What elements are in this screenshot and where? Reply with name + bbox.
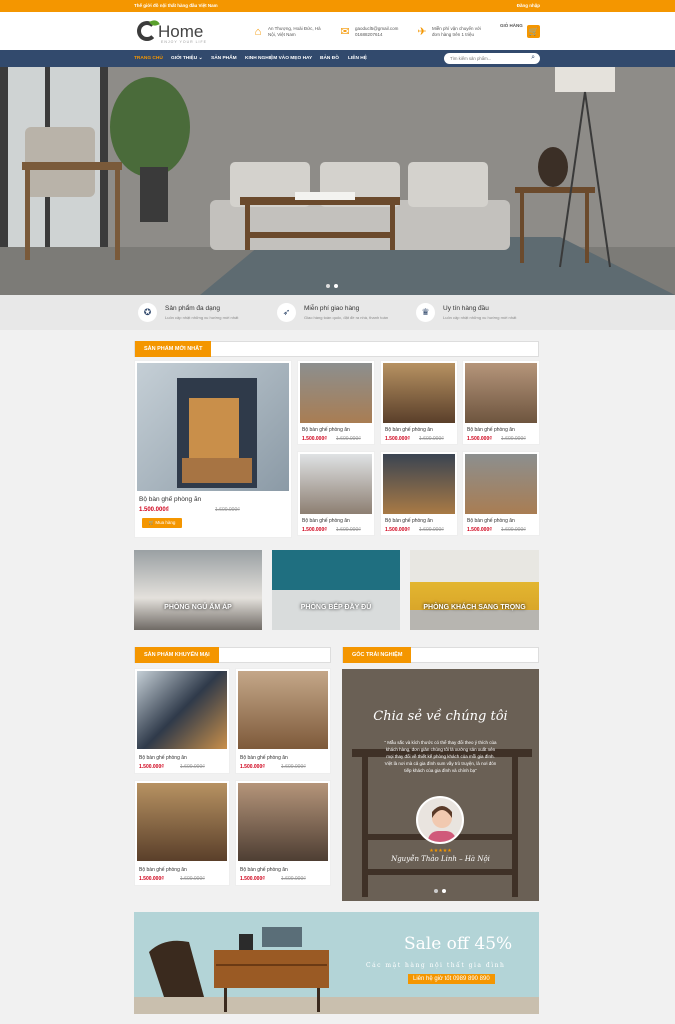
features-bar: ✪ Sản phẩm đa dạng Luôn cập nhật những xu… — [0, 295, 675, 330]
product-name[interactable]: Bộ bàn ghế phòng ăn — [302, 518, 350, 524]
rating-stars: ★★★★★ — [429, 848, 452, 854]
product-old-price: 1.600.000₫ — [281, 876, 306, 882]
slider-dot[interactable] — [334, 284, 338, 288]
product-name[interactable]: Bộ bàn ghế phòng ăn — [467, 518, 515, 524]
search-icon[interactable]: ⌕ — [531, 54, 535, 62]
product-card[interactable]: Bộ bàn ghế phòng ăn 1.500.000₫ 1.600.000… — [134, 668, 230, 774]
product-card[interactable]: Bộ bàn ghế phòng ăn 1.500.000₫ 1.600.000… — [297, 360, 375, 445]
product-card-large[interactable]: Bộ bàn ghế phòng ăn 1.500.000₫ 1.600.000… — [134, 360, 292, 538]
product-card[interactable]: Bộ bàn ghế phòng ăn 1.500.000₫ 1.600.000… — [235, 780, 331, 886]
product-card[interactable]: Bộ bàn ghế phòng ăn 1.500.000₫ 1.600.000… — [235, 668, 331, 774]
category-kitchen[interactable]: PHÒNG BẾP ĐẦY ĐỦ — [272, 550, 400, 630]
trophy-icon: ♛ — [416, 303, 435, 322]
product-old-price: 1.600.000₫ — [501, 527, 526, 533]
product-price: 1.500.000₫ — [385, 436, 410, 442]
nav-products[interactable]: SẢN PHẨM — [211, 56, 237, 61]
buy-button[interactable]: 🛒 Mua hàng — [142, 518, 182, 528]
product-price: 1.500.000₫ — [139, 876, 164, 882]
section-promo-title: SẢN PHẨM KHUYẾN MẠI — [134, 647, 331, 663]
testimonial-title: Chia sẻ về chúng tôi — [373, 709, 508, 724]
topbar-slogan: Thế giới đồ nội thất hàng đầu Việt Nam — [134, 3, 218, 8]
product-name[interactable]: Bộ bàn ghế phòng ăn — [385, 518, 433, 524]
feature-item: ➶ Miễn phí giao hàng Giao hàng toàn quốc,… — [277, 303, 388, 322]
product-old-price: 1.600.000₫ — [281, 764, 306, 770]
rocket-icon: ➶ — [277, 303, 296, 322]
product-name[interactable]: Bộ bàn ghế phòng ăn — [240, 867, 288, 873]
product-price: 1.500.000₫ — [467, 527, 492, 533]
testimonial-author: Nguyễn Thảo Linh – Hà Nội — [391, 855, 490, 863]
product-old-price: 1.600.000₫ — [336, 527, 361, 533]
feature-item: ✪ Sản phẩm đa dạng Luôn cập nhật những xu… — [138, 303, 238, 322]
product-name[interactable]: Bộ bàn ghế phòng ăn — [139, 867, 187, 873]
product-card[interactable]: Bộ bàn ghế phòng ăn 1.500.000₫ 1.600.000… — [462, 451, 540, 536]
contact-info: ✉ gaoducl5@gmail.com 01688207614 — [340, 26, 399, 38]
testimonial-quote: " Mẫu sắc và kích thước có thể thay đổi … — [384, 740, 497, 773]
product-name[interactable]: Bộ bàn ghế phòng ăn — [385, 427, 433, 433]
mail-icon: ✉ — [340, 26, 350, 38]
product-card[interactable]: Bộ bàn ghế phòng ăn 1.500.000₫ 1.600.000… — [380, 451, 458, 536]
testimonial-dots[interactable] — [434, 889, 446, 893]
sale-cta-button[interactable]: Liên hệ giờ tốt 0989 890 890 — [408, 974, 495, 984]
product-old-price: 1.600.000₫ — [336, 436, 361, 442]
home-icon: ⌂ — [254, 26, 262, 38]
category-bedroom[interactable]: PHÒNG NGỦ ẤM ÁP — [134, 550, 262, 630]
login-link[interactable]: Đăng nhập — [517, 3, 540, 8]
hero-slider[interactable] — [0, 67, 675, 295]
product-price: 1.500.000₫ — [240, 876, 265, 882]
product-price: 1.500.000₫ — [139, 507, 169, 513]
product-price: 1.500.000₫ — [302, 527, 327, 533]
nav-map[interactable]: BẢN ĐỒ — [320, 56, 339, 61]
product-price: 1.500.000₫ — [139, 764, 164, 770]
header: Home ENJOY YOUR LIFE ⌂ An Thượng, Hoài Đ… — [0, 12, 675, 50]
sale-banner[interactable]: Sale off 45% Các mặt hàng nội thất gia đ… — [134, 912, 539, 1014]
product-old-price: 1.600.000₫ — [501, 436, 526, 442]
product-name[interactable]: Bộ bàn ghế phòng ăn — [302, 427, 350, 433]
plane-icon: ✈ — [417, 26, 427, 38]
nav-contact[interactable]: LIÊN HỆ — [348, 56, 367, 61]
product-price: 1.500.000₫ — [385, 527, 410, 533]
product-name[interactable]: Bộ bàn ghế phòng ăn — [240, 755, 288, 761]
main-nav: TRANG CHỦ GIỚI THIỆU ⌄ SẢN PHẨM KINH NGH… — [0, 50, 675, 67]
address-info: ⌂ An Thượng, Hoài Đức, Hà Nội, Việt Nam — [252, 26, 321, 38]
product-price: 1.500.000₫ — [240, 764, 265, 770]
cart-icon[interactable]: 🛒 — [527, 25, 540, 38]
product-old-price: 1.600.000₫ — [180, 876, 205, 882]
feature-item: ♛ Uy tín hàng đầu Luôn cập nhật những xu … — [416, 303, 516, 322]
nav-tips[interactable]: KINH NGHIỆM VÀO MẸO HAY — [245, 56, 312, 61]
slider-dot[interactable] — [434, 889, 438, 893]
product-price: 1.500.000₫ — [302, 436, 327, 442]
shipping-info: ✈ Miễn phí vận chuyển với đơn hàng trên 1… — [417, 26, 481, 38]
product-card[interactable]: Bộ bàn ghế phòng ăn 1.500.000₫ 1.600.000… — [380, 360, 458, 445]
testimonial-slider[interactable]: Chia sẻ về chúng tôi " Mẫu sắc và kích t… — [342, 669, 539, 901]
search-input[interactable]: Tìm kiếm sản phẩm... ⌕ — [444, 53, 540, 64]
product-name[interactable]: Bộ bàn ghế phòng ăn — [467, 427, 515, 433]
medal-icon: ✪ — [138, 303, 157, 322]
sale-subtitle: Các mặt hàng nội thất gia đình — [366, 962, 506, 969]
product-card[interactable]: Bộ bàn ghế phòng ăn 1.500.000₫ 1.600.000… — [462, 360, 540, 445]
product-old-price: 1.600.000₫ — [419, 436, 444, 442]
site-logo[interactable]: Home ENJOY YOUR LIFE — [137, 18, 217, 46]
slider-dot[interactable] — [326, 284, 330, 288]
nav-home[interactable]: TRANG CHỦ — [134, 56, 163, 61]
avatar — [416, 796, 464, 844]
cart-label[interactable]: GIỎ HÀNG — [500, 23, 523, 28]
product-old-price: 1.600.000₫ — [180, 764, 205, 770]
product-price: 1.500.000₫ — [467, 436, 492, 442]
cart-icon: 🛒 — [148, 520, 155, 525]
product-name[interactable]: Bộ bàn ghế phòng ăn — [139, 496, 201, 503]
product-card[interactable]: Bộ bàn ghế phòng ăn 1.500.000₫ 1.600.000… — [134, 780, 230, 886]
nav-about[interactable]: GIỚI THIỆU ⌄ — [171, 56, 203, 61]
slider-dot[interactable] — [442, 889, 446, 893]
category-livingroom[interactable]: PHÒNG KHÁCH SANG TRỌNG — [410, 550, 539, 630]
sale-title: Sale off 45% — [404, 934, 513, 954]
product-card[interactable]: Bộ bàn ghế phòng ăn 1.500.000₫ 1.600.000… — [297, 451, 375, 536]
product-old-price: 1.600.000₫ — [215, 507, 240, 513]
section-exp-title: GÓC TRẢI NGHIỆM — [342, 647, 539, 663]
product-name[interactable]: Bộ bàn ghế phòng ăn — [139, 755, 187, 761]
hero-dots[interactable] — [326, 284, 338, 288]
topbar: Thế giới đồ nội thất hàng đầu Việt Nam Đ… — [0, 0, 675, 12]
product-old-price: 1.600.000₫ — [419, 527, 444, 533]
section-new-title: SẢN PHẨM MỚI NHẤT — [134, 341, 539, 357]
